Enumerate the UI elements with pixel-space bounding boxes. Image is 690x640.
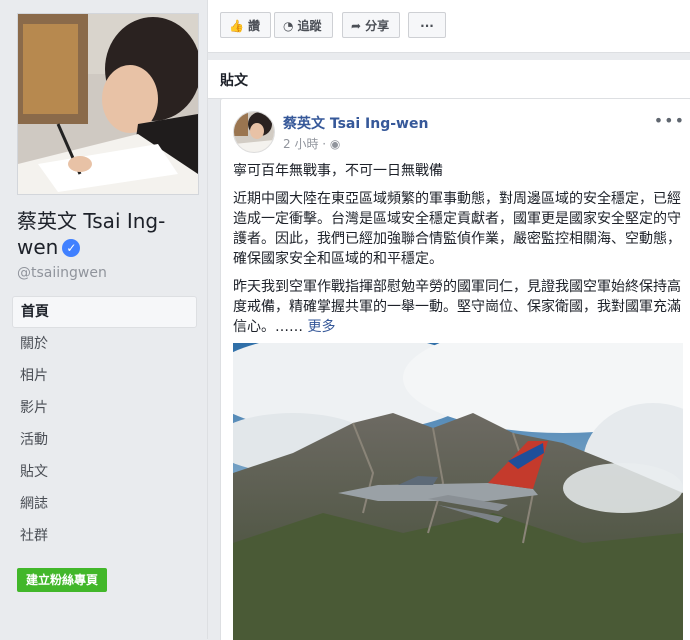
- post-meta: 2 小時 · ◉: [283, 137, 341, 151]
- nav-item-posts[interactable]: 貼文: [12, 456, 197, 488]
- page-handle: @tsaiingwen: [17, 265, 107, 281]
- posts-section-header: 貼文: [208, 60, 690, 99]
- nav-item-about[interactable]: 關於: [12, 328, 197, 360]
- post-options-icon[interactable]: •••: [654, 111, 685, 130]
- profile-photo-image: [18, 14, 198, 194]
- page-name-text: 蔡英文 Tsai Ing-wen: [17, 209, 166, 259]
- post-paragraph-2: 昨天我到空軍作戰指揮部慰勉辛勞的國軍同仁，見證我國空軍始終保持高度戒備，精確掌握…: [233, 277, 685, 337]
- avatar-image: [234, 112, 274, 152]
- posts-section-title: 貼文: [220, 73, 248, 89]
- rss-icon: ◔: [283, 19, 294, 33]
- nav-item-community[interactable]: 社群: [12, 520, 197, 552]
- post-time[interactable]: 2 小時: [283, 137, 318, 151]
- nav-item-notes[interactable]: 網誌: [12, 488, 197, 520]
- fighter-jet-photo: [233, 343, 683, 640]
- like-label: 讚: [247, 19, 260, 33]
- nav-item-videos[interactable]: 影片: [12, 392, 197, 424]
- post-paragraph-1: 近期中國大陸在東亞區域頻繁的軍事動態，對周邊區域的安全穩定，已經造成一定衝擊。台…: [233, 191, 681, 267]
- share-label: 分享: [365, 19, 390, 33]
- thumbs-up-icon: 👍: [229, 19, 244, 33]
- nav-item-photos[interactable]: 相片: [12, 360, 197, 392]
- share-arrow-icon: ➦: [351, 19, 362, 33]
- like-button[interactable]: 👍 讚: [220, 12, 271, 38]
- profile-picture[interactable]: [17, 13, 199, 195]
- left-sidebar: 蔡英文 Tsai Ing-wen ✓ @tsaiingwen 首頁 關於 相片 影…: [0, 0, 207, 639]
- nav-item-events[interactable]: 活動: [12, 424, 197, 456]
- share-button[interactable]: ➦ 分享: [342, 12, 401, 38]
- create-page-button[interactable]: 建立粉絲專頁: [17, 568, 108, 592]
- post-photo[interactable]: [233, 343, 683, 640]
- post-headline: 寧可百年無戰事，不可一日無戰備: [233, 163, 443, 179]
- see-more-link[interactable]: 更多: [307, 319, 335, 335]
- page-name[interactable]: 蔡英文 Tsai Ing-wen ✓: [17, 208, 202, 260]
- globe-icon: ◉: [329, 137, 341, 151]
- post-body: 寧可百年無戰事，不可一日無戰備 近期中國大陸在東亞區域頻繁的軍事動態，對周邊區域…: [233, 161, 685, 345]
- more-options-button[interactable]: ···: [408, 12, 446, 38]
- post-author[interactable]: 蔡英文 Tsai Ing-wen: [283, 113, 428, 133]
- follow-label: 追蹤: [297, 19, 322, 33]
- page-nav: 首頁 關於 相片 影片 活動 貼文 網誌 社群: [12, 296, 197, 552]
- nav-item-home[interactable]: 首頁: [12, 296, 197, 328]
- post-paragraph-2-text: 昨天我到空軍作戰指揮部慰勉辛勞的國軍同仁，見證我國空軍始終保持高度戒備，精確掌握…: [233, 279, 681, 335]
- action-toolbar: 👍 讚 ◔ 追蹤 ➦ 分享 ···: [208, 0, 690, 53]
- author-avatar[interactable]: [233, 111, 275, 153]
- post-card: 蔡英文 Tsai Ing-wen 2 小時 · ◉ ••• 寧可百年無戰事，不可…: [220, 98, 690, 640]
- follow-button[interactable]: ◔ 追蹤: [274, 12, 333, 38]
- verified-badge-icon: ✓: [62, 239, 81, 257]
